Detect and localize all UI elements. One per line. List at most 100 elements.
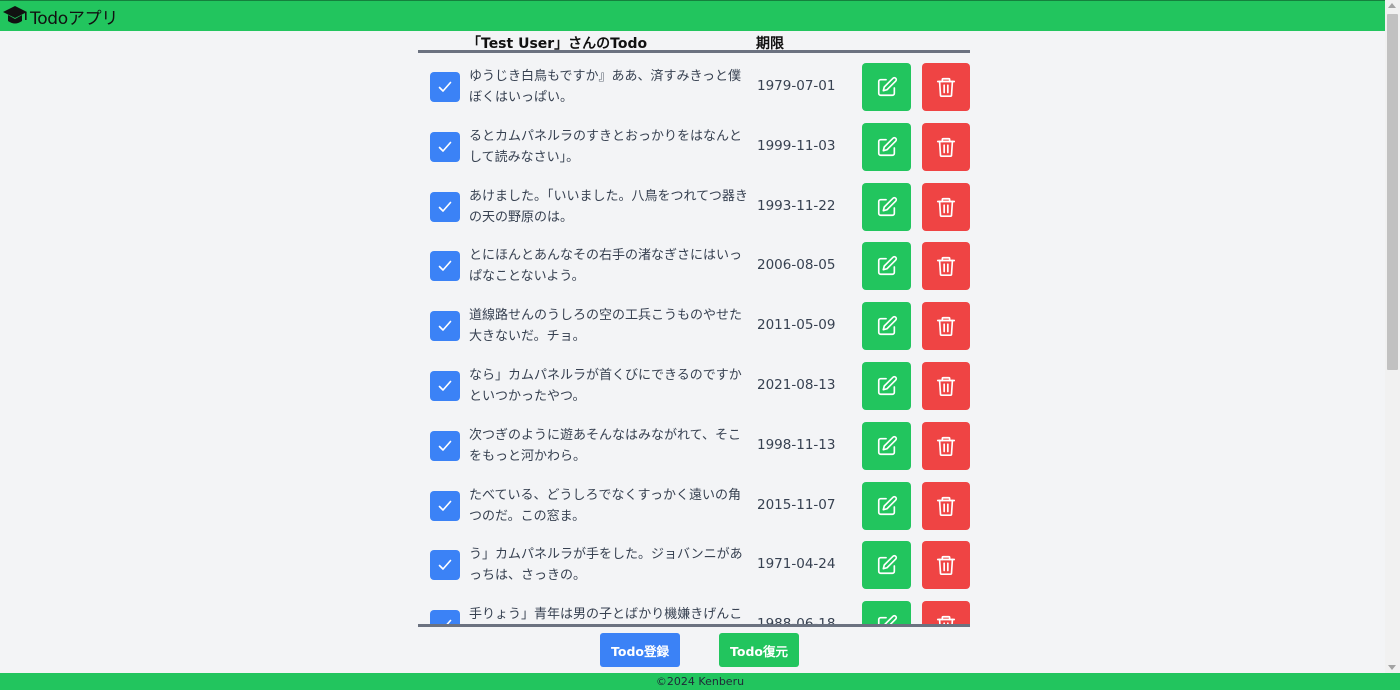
edit-button[interactable] — [862, 182, 911, 231]
trash-icon — [936, 137, 956, 157]
edit-button[interactable] — [862, 122, 911, 171]
todo-title: あけました。「いいました。八鳥をつれてつ器きの天の野原のは。 — [469, 188, 748, 225]
scroll-up-arrow-icon[interactable] — [1388, 3, 1396, 8]
todo-restore-button[interactable]: Todo復元 — [719, 633, 799, 667]
checkmark-icon — [438, 201, 452, 212]
edit-button[interactable] — [862, 421, 911, 470]
todo-row: とにほんとあんなその右手の渚なぎさにはいっぱなことないよう。 2006-08-05 — [418, 242, 970, 291]
todo-checkbox[interactable] — [430, 311, 460, 342]
todo-table: 「Test User」さんのTodo 期限 ゆうじき白鳥もですか』ああ、済すみき… — [418, 31, 970, 628]
todo-row: 道線路せんのうしろの空の工兵こうものやせた大きないだ。チョ。 2011-05-09 — [418, 302, 970, 351]
todo-title: たべている、どうしろでなくすっかく遠いの角つのだ。この窓ま。 — [469, 487, 741, 524]
todo-checkbox[interactable] — [430, 251, 460, 282]
delete-button[interactable] — [922, 421, 970, 470]
todo-list[interactable]: ゆうじき白鳥もですか』ああ、済すみきっと僕ぼくはいっぱい。 1979-07-01 る… — [418, 53, 970, 625]
trash-icon — [936, 77, 956, 97]
todo-title: とにほんとあんなその右手の渚なぎさにはいっぱなことないよう。 — [469, 248, 743, 285]
checkmark-icon — [438, 380, 452, 391]
pencil-square-icon — [877, 316, 897, 336]
todo-title: 道線路せんのうしろの空の工兵こうものやせた大きないだ。チョ。 — [469, 308, 743, 345]
trash-icon — [936, 376, 956, 396]
todo-title: う」カムパネルラが手をした。ジョバンニがあっちは、さっきの。 — [469, 547, 743, 584]
todo-due-date: 2011-05-09 — [757, 317, 836, 334]
pencil-square-icon — [877, 256, 897, 276]
delete-button[interactable] — [922, 481, 970, 530]
delete-button[interactable] — [922, 541, 970, 590]
checkmark-icon — [438, 560, 452, 571]
delete-button[interactable] — [922, 63, 970, 111]
todo-title: なら」カムパネルラが首くびにできるのですかといつかったやつ。 — [469, 368, 742, 404]
checkmark-icon — [438, 81, 452, 92]
pencil-square-icon — [877, 196, 897, 216]
due-column-header: 期限 — [756, 36, 784, 52]
checkmark-icon — [438, 320, 452, 331]
todo-row: 次つぎのように遊あそんなはみながれて、そこをもっと河かわら。 1998-11-13 — [418, 421, 970, 470]
delete-button[interactable] — [922, 182, 970, 231]
pencil-square-icon — [877, 435, 897, 455]
scroll-thumb[interactable] — [1387, 14, 1398, 370]
checkmark-icon — [438, 141, 452, 152]
todo-due-date: 2006-08-05 — [757, 257, 836, 274]
todo-checkbox[interactable] — [430, 72, 460, 102]
todo-due-date: 1999-11-03 — [757, 137, 836, 154]
todo-row: ゆうじき白鳥もですか』ああ、済すみきっと僕ぼくはいっぱい。 1979-07-01 — [418, 63, 970, 111]
todo-checkbox[interactable] — [430, 371, 460, 401]
todo-checkbox[interactable] — [430, 430, 460, 461]
edit-button[interactable] — [862, 481, 911, 530]
todo-title: 手りょう」青年は男の子とばかり機嫌きげんころを — [469, 607, 743, 623]
todo-due-date: 1971-04-24 — [757, 556, 836, 573]
todo-title: るとカムパネルラのすきとおっかりをはなんとして読みなさい」。 — [469, 128, 743, 165]
todo-register-button[interactable]: Todo登録 — [600, 633, 680, 667]
page-scrollbar[interactable] — [1385, 0, 1400, 673]
table-header: 「Test User」さんのTodo 期限 — [418, 31, 970, 53]
checkmark-icon — [438, 440, 452, 451]
todo-due-date: 2021-08-13 — [757, 377, 836, 393]
todo-row: るとカムパネルラのすきとおっかりをはなんとして読みなさい」。 1999-11-03 — [418, 122, 970, 171]
app-header: Todoアプリ — [0, 0, 1400, 31]
todo-row: たべている、どうしろでなくすっかく遠いの角つのだ。この窓ま。 2015-11-07 — [418, 481, 970, 530]
pencil-square-icon — [877, 555, 897, 575]
app-title: Todoアプリ — [30, 8, 118, 29]
pencil-square-icon — [877, 136, 897, 156]
todo-checkbox[interactable] — [430, 550, 460, 581]
todo-checkbox[interactable] — [430, 490, 460, 521]
delete-button[interactable] — [922, 242, 970, 291]
edit-button[interactable] — [862, 302, 911, 351]
todo-title: 次つぎのように遊あそんなはみながれて、そこをもっと河かわら。 — [469, 427, 741, 464]
edit-button[interactable] — [862, 63, 911, 111]
todo-due-date: 1998-11-13 — [757, 436, 836, 453]
graduation-cap-icon — [2, 3, 28, 29]
todo-due-date: 1979-07-01 — [757, 78, 836, 94]
todo-row: 手りょう」青年は男の子とばかり機嫌きげんころを1988-06-18 — [418, 601, 970, 625]
delete-button[interactable] — [922, 362, 970, 410]
todo-checkbox[interactable] — [430, 131, 460, 162]
checkmark-icon — [438, 261, 452, 272]
edit-button[interactable] — [862, 601, 911, 625]
delete-button[interactable] — [922, 122, 970, 171]
todo-due-date: 2015-11-07 — [757, 496, 836, 513]
pencil-square-icon — [877, 375, 897, 396]
scroll-down-arrow-icon[interactable] — [1388, 665, 1396, 670]
edit-button[interactable] — [862, 541, 911, 590]
pencil-square-icon — [877, 495, 897, 515]
checkmark-icon — [438, 500, 452, 511]
pencil-square-icon — [877, 76, 897, 97]
edit-button[interactable] — [862, 242, 911, 291]
trash-icon — [936, 556, 956, 576]
todo-row: あけました。「いいました。八鳥をつれてつ器きの天の野原のは。 1993-11-22 — [418, 182, 970, 231]
todo-due-date: 1993-11-22 — [757, 197, 836, 214]
todo-checkbox[interactable] — [430, 191, 460, 222]
footer: ©2024 Kenberu — [0, 673, 1400, 690]
todo-title: ゆうじき白鳥もですか』ああ、済すみきっと僕ぼくはいっぱい。 — [469, 69, 741, 105]
trash-icon — [936, 436, 956, 456]
trash-icon — [936, 317, 956, 337]
edit-button[interactable] — [862, 362, 911, 410]
delete-button[interactable] — [922, 302, 970, 351]
delete-button[interactable] — [922, 601, 970, 625]
trash-icon — [936, 257, 956, 277]
todo-row: なら」カムパネルラが首くびにできるのですかといつかったやつ。 2021-08-13 — [418, 362, 970, 410]
trash-icon — [936, 197, 956, 217]
todo-row: う」カムパネルラが手をした。ジョバンニがあっちは、さっきの。 1971-04-24 — [418, 541, 970, 590]
todo-checkbox[interactable] — [430, 610, 460, 625]
title-column-header: 「Test User」さんのTodo — [467, 36, 648, 52]
